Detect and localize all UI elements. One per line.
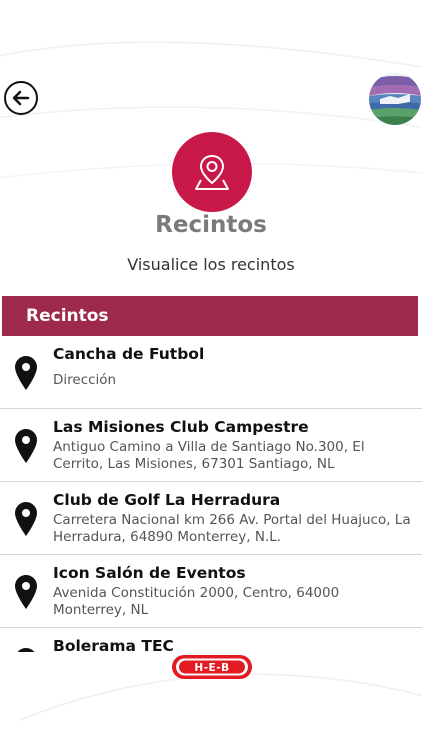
venue-name: Las Misiones Club Campestre [53,418,309,436]
location-pin-icon [15,356,37,390]
arrow-left-icon [12,90,30,106]
venue-address: Dirección [53,372,117,388]
heb-sponsor-logo: H-E-B [172,655,252,679]
venue-address: Carretera Nacional km 266 Av. Portal del… [53,512,411,545]
back-button[interactable] [4,81,38,115]
venue-list[interactable]: Cancha de Futbol Dirección Las Misiones … [0,336,422,652]
venue-item-club-de-golf[interactable]: Club de Golf La Herradura Carretera Naci… [0,482,422,555]
venue-address: Antiguo Camino a Villa de Santiago No.30… [53,439,365,472]
venue-item-cancha-de-futbol[interactable]: Cancha de Futbol Dirección [0,336,422,409]
location-pin-icon [15,575,37,609]
venue-item-las-misiones[interactable]: Las Misiones Club Campestre Antiguo Cami… [0,409,422,482]
app-logo [368,72,422,126]
venue-name: Cancha de Futbol [53,345,205,363]
venue-item-bolerama-tec[interactable]: Bolerama TEC [0,628,422,652]
handshake-logo-icon [369,73,421,125]
page-subtitle: Visualice los recintos [127,255,295,274]
location-pin-icon [15,502,37,536]
hero-location-badge [172,132,252,212]
location-pin-icon [15,429,37,463]
heb-logo-text: H-E-B [194,662,229,674]
venue-name: Bolerama TEC [53,637,174,652]
section-header: Recintos [2,296,418,336]
venue-name: Icon Salón de Eventos [53,564,246,582]
venue-item-icon-salon[interactable]: Icon Salón de Eventos Avenida Constituci… [0,555,422,628]
map-pin-icon [195,154,229,190]
page-title: Recintos [155,212,267,238]
venue-name: Club de Golf La Herradura [53,491,281,509]
venue-address: Avenida Constitución 2000, Centro, 64000… [53,585,340,618]
location-pin-icon [17,648,35,652]
